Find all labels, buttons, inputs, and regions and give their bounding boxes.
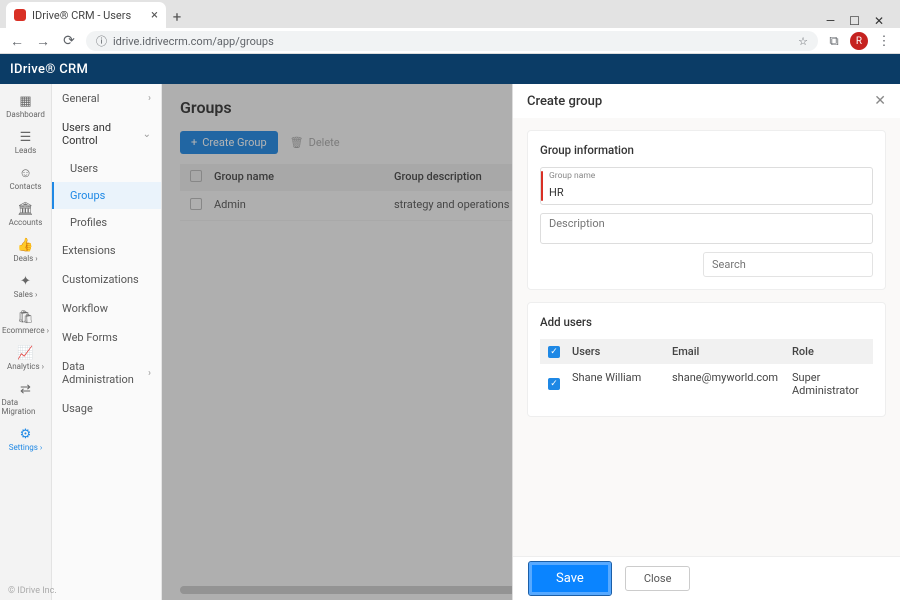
forward-icon[interactable]: → (34, 33, 52, 50)
app-footer: © IDrive Inc. (8, 586, 57, 596)
minimize-icon[interactable]: — (826, 14, 835, 28)
tab-title: IDrive® CRM - Users (32, 9, 131, 22)
close-button[interactable]: Close (625, 566, 691, 591)
chevron-right-icon: › (148, 368, 151, 379)
subnav-usage[interactable]: Usage (52, 394, 161, 423)
add-users-title: Add users (540, 315, 873, 329)
migration-icon: ⇄ (20, 383, 31, 396)
subnav-data-admin[interactable]: Data Administration› (52, 352, 161, 394)
cell-user-name: Shane William (572, 371, 672, 397)
subnav-customizations[interactable]: Customizations (52, 265, 161, 294)
analytics-icon: 📈 (17, 347, 33, 360)
group-name-label: Group name (549, 171, 864, 181)
user-search-input[interactable] (703, 252, 873, 277)
description-field[interactable] (540, 213, 873, 244)
sidebar-accounts[interactable]: 🏛Accounts (2, 198, 50, 232)
group-info-card: Group information Group name (527, 130, 886, 290)
app-header: IDrive® CRM (0, 54, 900, 84)
users-table-header: ✓ Users Email Role (540, 339, 873, 364)
close-tab-icon[interactable]: × (151, 8, 158, 23)
sidebar-contacts[interactable]: ☺Contacts (2, 162, 50, 196)
site-info-icon[interactable]: ⓘ (96, 33, 107, 49)
description-input[interactable] (549, 217, 864, 235)
user-row[interactable]: ✓ Shane William shane@myworld.com Super … (540, 364, 873, 404)
subnav-general[interactable]: General› (52, 84, 161, 113)
profile-avatar[interactable]: R (850, 32, 868, 50)
user-search-box[interactable] (703, 252, 873, 277)
panel-body: Group information Group name (513, 118, 900, 556)
ecommerce-icon: 🛍 (17, 311, 34, 324)
sidebar-dashboard[interactable]: ▦Dashboard (2, 90, 50, 124)
gear-icon: ⚙ (20, 428, 32, 441)
maximize-icon[interactable]: ☐ (849, 14, 860, 28)
sidebar-settings[interactable]: ⚙Settings › (2, 423, 50, 457)
menu-icon[interactable]: ⋮ (876, 34, 892, 49)
url-input[interactable]: ⓘ idrive.idrivecrm.com/app/groups ☆ (86, 31, 818, 51)
panel-title: Create group (527, 94, 602, 109)
address-bar: ← → ⟳ ⓘ idrive.idrivecrm.com/app/groups … (0, 28, 900, 54)
col-email: Email (672, 345, 792, 358)
group-name-field[interactable]: Group name (540, 167, 873, 205)
cell-user-email: shane@myworld.com (672, 371, 792, 397)
reload-icon[interactable]: ⟳ (60, 33, 78, 49)
window-controls: — ☐ ✕ (826, 10, 894, 28)
app-root: IDrive® CRM ▦Dashboard ☰Leads ☺Contacts … (0, 54, 900, 600)
panel-header: Create group ✕ (513, 84, 900, 118)
app-body: ▦Dashboard ☰Leads ☺Contacts 🏛Accounts 👍D… (0, 84, 900, 600)
app-logo: IDrive® CRM (10, 62, 88, 77)
url-text: idrive.idrivecrm.com/app/groups (113, 35, 274, 48)
group-name-input[interactable] (549, 186, 864, 199)
icon-sidebar: ▦Dashboard ☰Leads ☺Contacts 🏛Accounts 👍D… (0, 84, 52, 600)
tab-strip: IDrive® CRM - Users × + — ☐ ✕ (0, 0, 900, 28)
col-users: Users (572, 345, 672, 358)
browser-tab[interactable]: IDrive® CRM - Users × (6, 2, 166, 28)
sidebar-sales[interactable]: ✦Sales › (2, 270, 50, 304)
settings-subnav: General› Users and Control⌄ Users Groups… (52, 84, 162, 600)
sidebar-data-migration[interactable]: ⇄Data Migration (2, 378, 50, 421)
sales-icon: ✦ (20, 275, 31, 288)
subnav-web-forms[interactable]: Web Forms (52, 323, 161, 352)
close-panel-icon[interactable]: ✕ (874, 93, 886, 109)
col-role: Role (792, 345, 865, 358)
accounts-icon: 🏛 (17, 203, 34, 216)
sidebar-leads[interactable]: ☰Leads (2, 126, 50, 160)
close-window-icon[interactable]: ✕ (874, 14, 884, 28)
cell-user-role: Super Administrator (792, 371, 865, 397)
deals-icon: 👍 (17, 239, 33, 252)
leads-icon: ☰ (20, 131, 32, 144)
add-users-card: Add users ✓ Users Email Role ✓ Shane Wil… (527, 302, 886, 417)
sidebar-analytics[interactable]: 📈Analytics › (2, 342, 50, 376)
user-checkbox[interactable]: ✓ (548, 378, 560, 390)
chevron-right-icon: › (148, 93, 151, 104)
bookmark-icon[interactable]: ☆ (798, 35, 808, 48)
subnav-extensions[interactable]: Extensions (52, 236, 161, 265)
tab-favicon (14, 9, 26, 21)
create-group-panel: Create group ✕ Group information Group n… (512, 84, 900, 600)
panel-footer: Save Close (513, 556, 900, 600)
back-icon[interactable]: ← (8, 33, 26, 50)
contacts-icon: ☺ (19, 167, 32, 180)
sidebar-deals[interactable]: 👍Deals › (2, 234, 50, 268)
extensions-icon[interactable]: ⧉ (826, 34, 842, 49)
dashboard-icon: ▦ (19, 95, 31, 108)
sidebar-ecommerce[interactable]: 🛍Ecommerce › (2, 306, 50, 340)
subnav-workflow[interactable]: Workflow (52, 294, 161, 323)
subnav-users[interactable]: Users (52, 155, 161, 182)
select-all-users-checkbox[interactable]: ✓ (548, 346, 560, 358)
chevron-down-icon: ⌄ (143, 129, 151, 140)
subnav-groups[interactable]: Groups (52, 182, 161, 209)
users-table: ✓ Users Email Role ✓ Shane William shane… (540, 339, 873, 404)
group-info-title: Group information (540, 143, 873, 157)
subnav-users-control[interactable]: Users and Control⌄ (52, 113, 161, 155)
browser-chrome: IDrive® CRM - Users × + — ☐ ✕ ← → ⟳ ⓘ id… (0, 0, 900, 54)
subnav-profiles[interactable]: Profiles (52, 209, 161, 236)
save-button[interactable]: Save (529, 562, 611, 595)
new-tab-button[interactable]: + (166, 6, 188, 28)
